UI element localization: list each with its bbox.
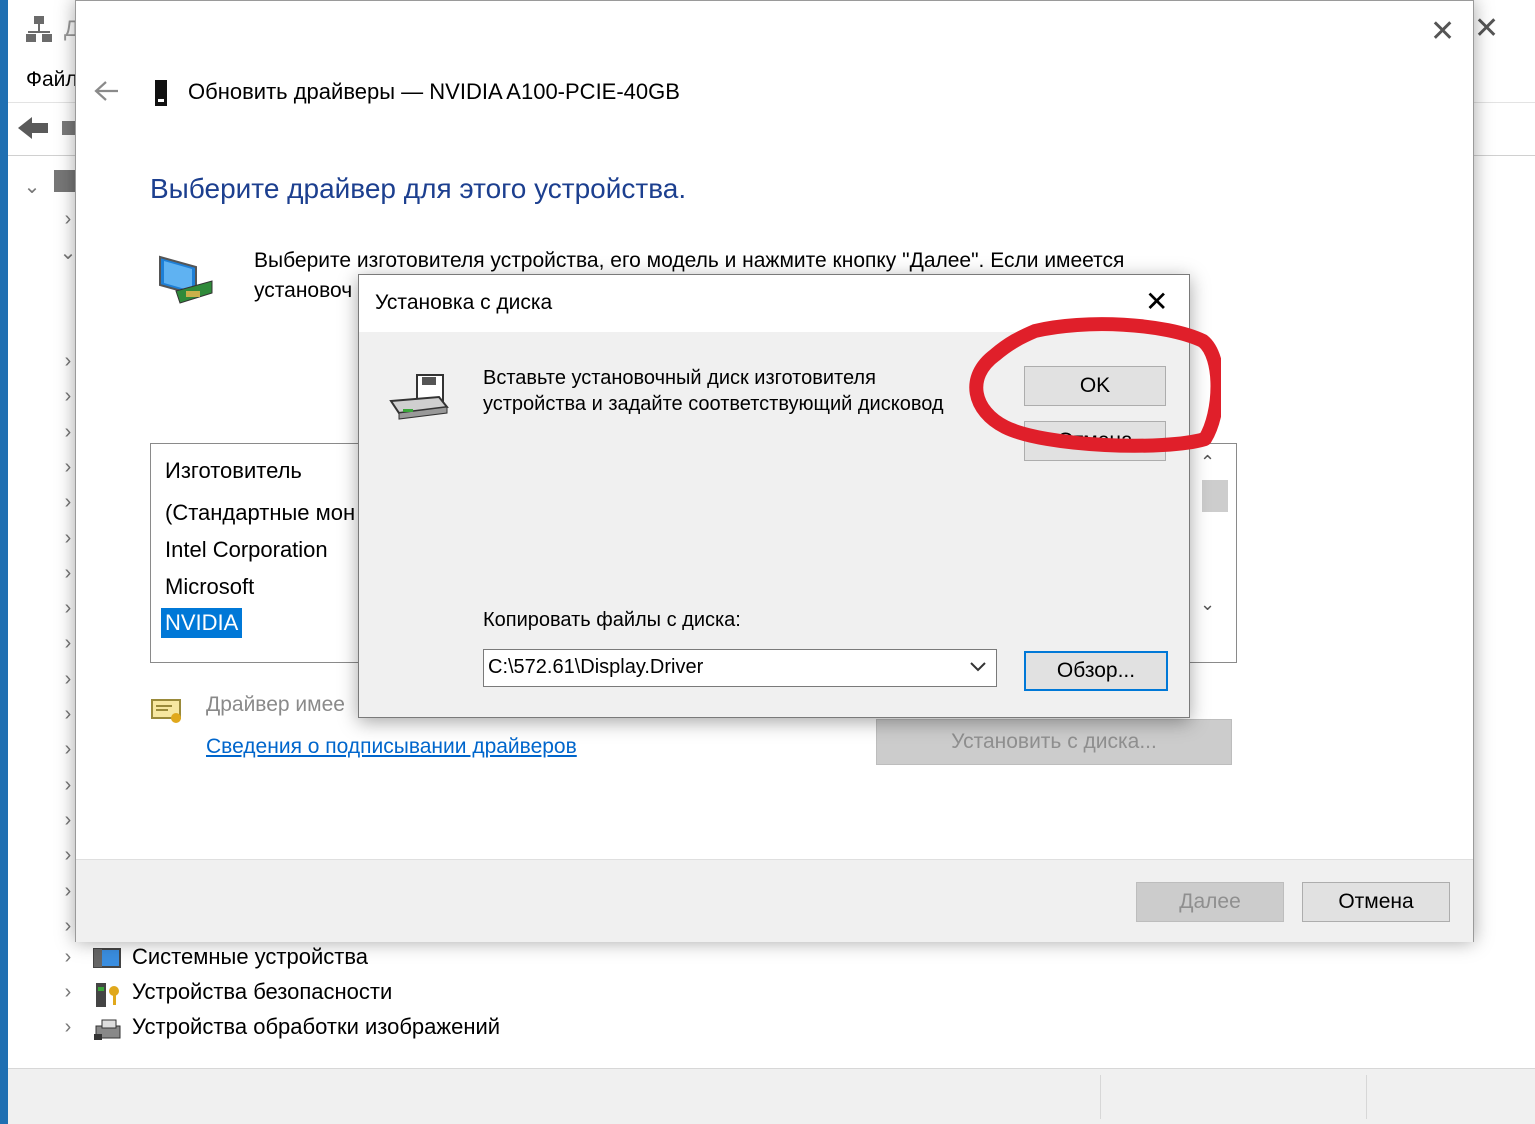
next-button[interactable]: Далее	[1136, 882, 1284, 922]
certificate-icon	[150, 697, 184, 730]
driver-signed-text: Драйвер имее	[206, 693, 345, 716]
dialog-message-line2: устройства и задайте соответствующий дис…	[483, 393, 944, 415]
scrollbar-thumb[interactable]	[1202, 480, 1228, 512]
status-bar-segment	[1366, 1075, 1367, 1119]
status-bar-segment	[1100, 1075, 1101, 1119]
driver-signing-link[interactable]: Сведения о подписывании драйверов	[206, 735, 577, 759]
chevron-right-icon[interactable]: ›	[58, 1016, 78, 1039]
system-devices-icon	[92, 946, 122, 977]
hardware-icon	[156, 247, 216, 314]
back-arrow-icon[interactable]	[92, 79, 120, 108]
wizard-footer: Далее Отмена	[76, 859, 1473, 942]
tree-item-security-devices[interactable]: › Устройства безопасности	[58, 979, 658, 1011]
device-manager-close-icon[interactable]: ✕	[1474, 14, 1499, 44]
tree-item-label: Устройства безопасности	[132, 979, 393, 1004]
wizard-title: Обновить драйверы — NVIDIA A100-PCIE-40G…	[188, 79, 680, 104]
copy-files-label: Копировать файлы с диска:	[483, 609, 741, 631]
manufacturer-list[interactable]: Изготовитель (Стандартные мон Intel Corp…	[150, 443, 372, 663]
tree-item-label: Устройства обработки изображений	[132, 1014, 501, 1039]
chevron-down-icon[interactable]: ⌄	[22, 174, 42, 199]
floppy-drive-icon	[389, 373, 449, 428]
have-disk-button[interactable]: Установить с диска...	[876, 719, 1232, 765]
back-arrow-icon[interactable]	[16, 113, 52, 148]
device-manager-icon	[24, 14, 54, 49]
scroll-down-icon[interactable]: ⌄	[1200, 594, 1215, 615]
cancel-button[interactable]: Отмена	[1302, 882, 1450, 922]
menu-file[interactable]: Файл	[26, 68, 78, 92]
wizard-heading: Выберите драйвер для этого устройства.	[150, 173, 687, 204]
imaging-devices-icon	[92, 1016, 124, 1049]
model-list[interactable]: ⌃ ⌄	[1188, 443, 1237, 663]
manufacturer-item-selected[interactable]: NVIDIA	[161, 608, 243, 638]
forward-arrow-icon[interactable]	[62, 121, 76, 135]
install-from-disk-dialog: Установка с диска ✕ Вставьте установочны…	[358, 274, 1225, 718]
chevron-down-icon[interactable]	[968, 656, 988, 682]
browse-button[interactable]: Обзор...	[1024, 651, 1168, 691]
wizard-instruction-line2: установоч	[254, 279, 353, 302]
security-devices-icon	[94, 981, 124, 1014]
red-annotation-circle	[965, 317, 1225, 458]
dialog-title: Установка с диска	[375, 291, 553, 314]
status-bar	[8, 1068, 1535, 1124]
wizard-close-icon[interactable]: ✕	[1430, 17, 1455, 47]
manufacturer-item[interactable]: (Стандартные мон	[161, 498, 359, 528]
chevron-right-icon[interactable]: ›	[58, 981, 78, 1004]
disk-path-combobox[interactable]: C:\572.61\Display.Driver	[483, 649, 997, 687]
disk-path-value[interactable]: C:\572.61\Display.Driver	[488, 656, 703, 679]
manufacturer-item[interactable]: Intel Corporation	[161, 535, 332, 565]
chevron-right-icon[interactable]: ›	[58, 946, 78, 969]
tree-item-imaging-devices[interactable]: › Устройства обработки изображений	[58, 1014, 658, 1046]
computer-node-icon	[54, 170, 76, 192]
tree-item-label: Системные устройства	[132, 944, 369, 969]
manufacturer-item[interactable]: Microsoft	[161, 572, 258, 602]
dialog-message-line1: Вставьте установочный диск изготовителя	[483, 367, 876, 389]
tree-item-system-devices[interactable]: › Системные устройства	[58, 944, 658, 976]
dialog-close-icon[interactable]: ✕	[1145, 287, 1168, 317]
wizard-instruction-line1: Выберите изготовителя устройства, его мо…	[254, 249, 1125, 272]
gpu-device-icon	[154, 79, 168, 112]
manufacturer-list-header: Изготовитель	[165, 458, 302, 483]
